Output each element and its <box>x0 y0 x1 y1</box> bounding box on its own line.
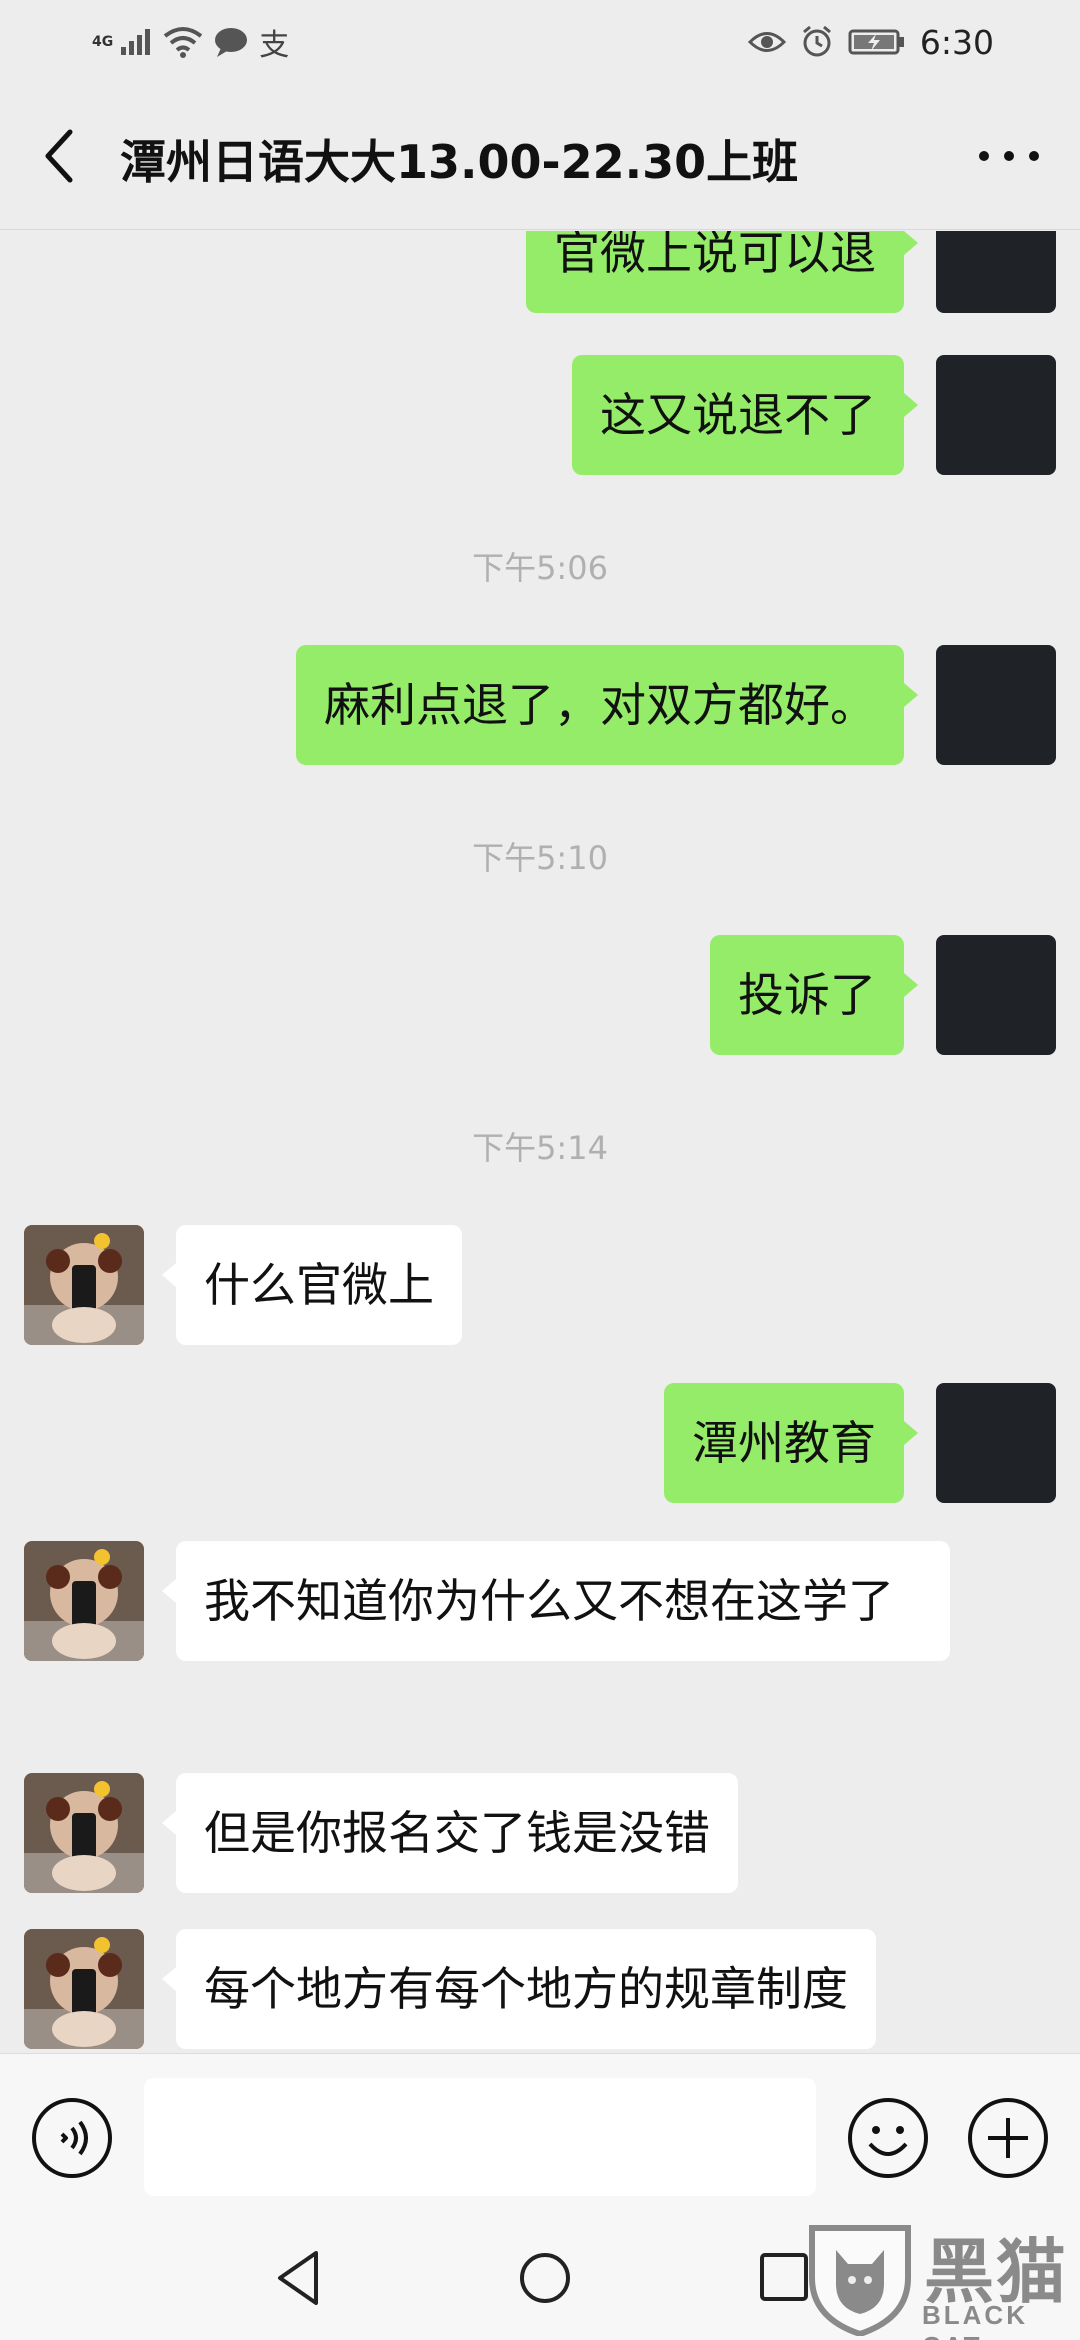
message-bubble[interactable]: 这又说退不了 <box>572 355 918 475</box>
message-bubble[interactable]: 潭州教育 <box>664 1383 918 1503</box>
signal-icon <box>121 29 151 55</box>
avatar-contact[interactable] <box>24 1541 144 1661</box>
avatar-self[interactable] <box>936 355 1056 475</box>
voice-input-icon[interactable] <box>30 2096 114 2180</box>
message-bubble[interactable]: 每个地方有每个地方的规章制度 <box>162 1929 876 2049</box>
message-bubble[interactable]: 什么官微上 <box>162 1225 462 1345</box>
contact-photo <box>24 1929 144 2049</box>
message-text: 这又说退不了 <box>600 388 876 442</box>
message-text: 什么官微上 <box>204 1258 434 1312</box>
avatar-self[interactable] <box>936 645 1056 765</box>
avatar-self[interactable] <box>936 231 1056 313</box>
cat-shield-logo-icon <box>809 2225 911 2336</box>
message-notification-icon <box>215 28 248 57</box>
message-outgoing: 潭州教育 <box>0 1383 1080 1503</box>
message-outgoing: 麻利点退了，对双方都好。 <box>0 645 1080 765</box>
black-cat-watermark: 黑猫 BLACK CAT <box>806 2214 1080 2340</box>
message-bubble[interactable]: 但是你报名交了钱是没错 <box>162 1773 738 1893</box>
status-bar: 4G 支 6:30 <box>0 0 1080 82</box>
network-type-label: 4G <box>92 34 114 50</box>
contact-photo <box>24 1773 144 1893</box>
message-bubble[interactable]: 我不知道你为什么又不想在这学了 <box>162 1541 950 1661</box>
message-timestamp: 下午5:14 <box>472 1129 608 1167</box>
add-more-icon[interactable] <box>966 2096 1050 2180</box>
alarm-icon <box>802 25 831 57</box>
alipay-icon: 支 <box>259 28 290 63</box>
message-text: 但是你报名交了钱是没错 <box>204 1806 710 1860</box>
message-incoming: 什么官微上 <box>0 1225 1080 1345</box>
message-timestamp: 下午5:06 <box>472 549 608 587</box>
message-text: 投诉了 <box>738 968 876 1022</box>
message-input[interactable] <box>144 2078 816 2196</box>
message-outgoing: 投诉了 <box>0 935 1080 1055</box>
message-timestamp: 下午5:10 <box>472 839 608 877</box>
status-right-group: 6:30 <box>747 20 994 64</box>
avatar-self[interactable] <box>936 935 1056 1055</box>
message-text: 潭州教育 <box>692 1416 876 1470</box>
message-incoming: 每个地方有每个地方的规章制度 <box>0 1929 1080 2053</box>
status-left-group: 4G 支 <box>92 20 289 64</box>
contact-photo <box>24 1225 144 1345</box>
message-text: 官微上说可以退 <box>554 231 876 280</box>
watermark-english: BLACK CAT <box>922 2300 1028 2340</box>
nav-home-icon[interactable] <box>510 2243 580 2313</box>
message-text: 麻利点退了，对双方都好。 <box>324 678 876 732</box>
chat-message-list[interactable]: 官微上说可以退 这又说退不了 下午5:06 麻利点退了，对双方都好。 下午5:1… <box>0 231 1080 2053</box>
message-text: 我不知道你为什么又不想在这学了 <box>204 1574 894 1628</box>
message-bubble[interactable]: 麻利点退了，对双方都好。 <box>296 645 918 765</box>
avatar-contact[interactable] <box>24 1225 144 1345</box>
emoji-icon[interactable] <box>846 2096 930 2180</box>
message-bubble[interactable]: 官微上说可以退 <box>526 231 918 313</box>
chat-title: 潭州日语大大13.00-22.30上班 <box>120 135 799 189</box>
message-text: 每个地方有每个地方的规章制度 <box>204 1962 848 2016</box>
clock-time: 6:30 <box>919 22 994 62</box>
battery-charging-icon <box>848 29 904 55</box>
message-outgoing: 这又说退不了 <box>0 355 1080 475</box>
avatar-contact[interactable] <box>24 1773 144 1893</box>
message-incoming: 我不知道你为什么又不想在这学了 <box>0 1541 1080 1737</box>
eye-comfort-icon <box>747 32 786 52</box>
avatar-self[interactable] <box>936 1383 1056 1503</box>
chat-header: 潭州日语大大13.00-22.30上班 <box>0 82 1080 230</box>
wifi-icon <box>164 27 203 58</box>
more-dots-icon[interactable] <box>974 134 1044 178</box>
contact-photo <box>24 1541 144 1661</box>
message-bubble[interactable]: 投诉了 <box>710 935 918 1055</box>
composer-bar <box>0 2053 1080 2221</box>
chevron-left-icon[interactable] <box>36 124 86 188</box>
nav-back-icon[interactable] <box>270 2245 330 2311</box>
message-outgoing: 官微上说可以退 <box>0 231 1080 321</box>
avatar-contact[interactable] <box>24 1929 144 2049</box>
message-incoming: 但是你报名交了钱是没错 <box>0 1773 1080 1893</box>
